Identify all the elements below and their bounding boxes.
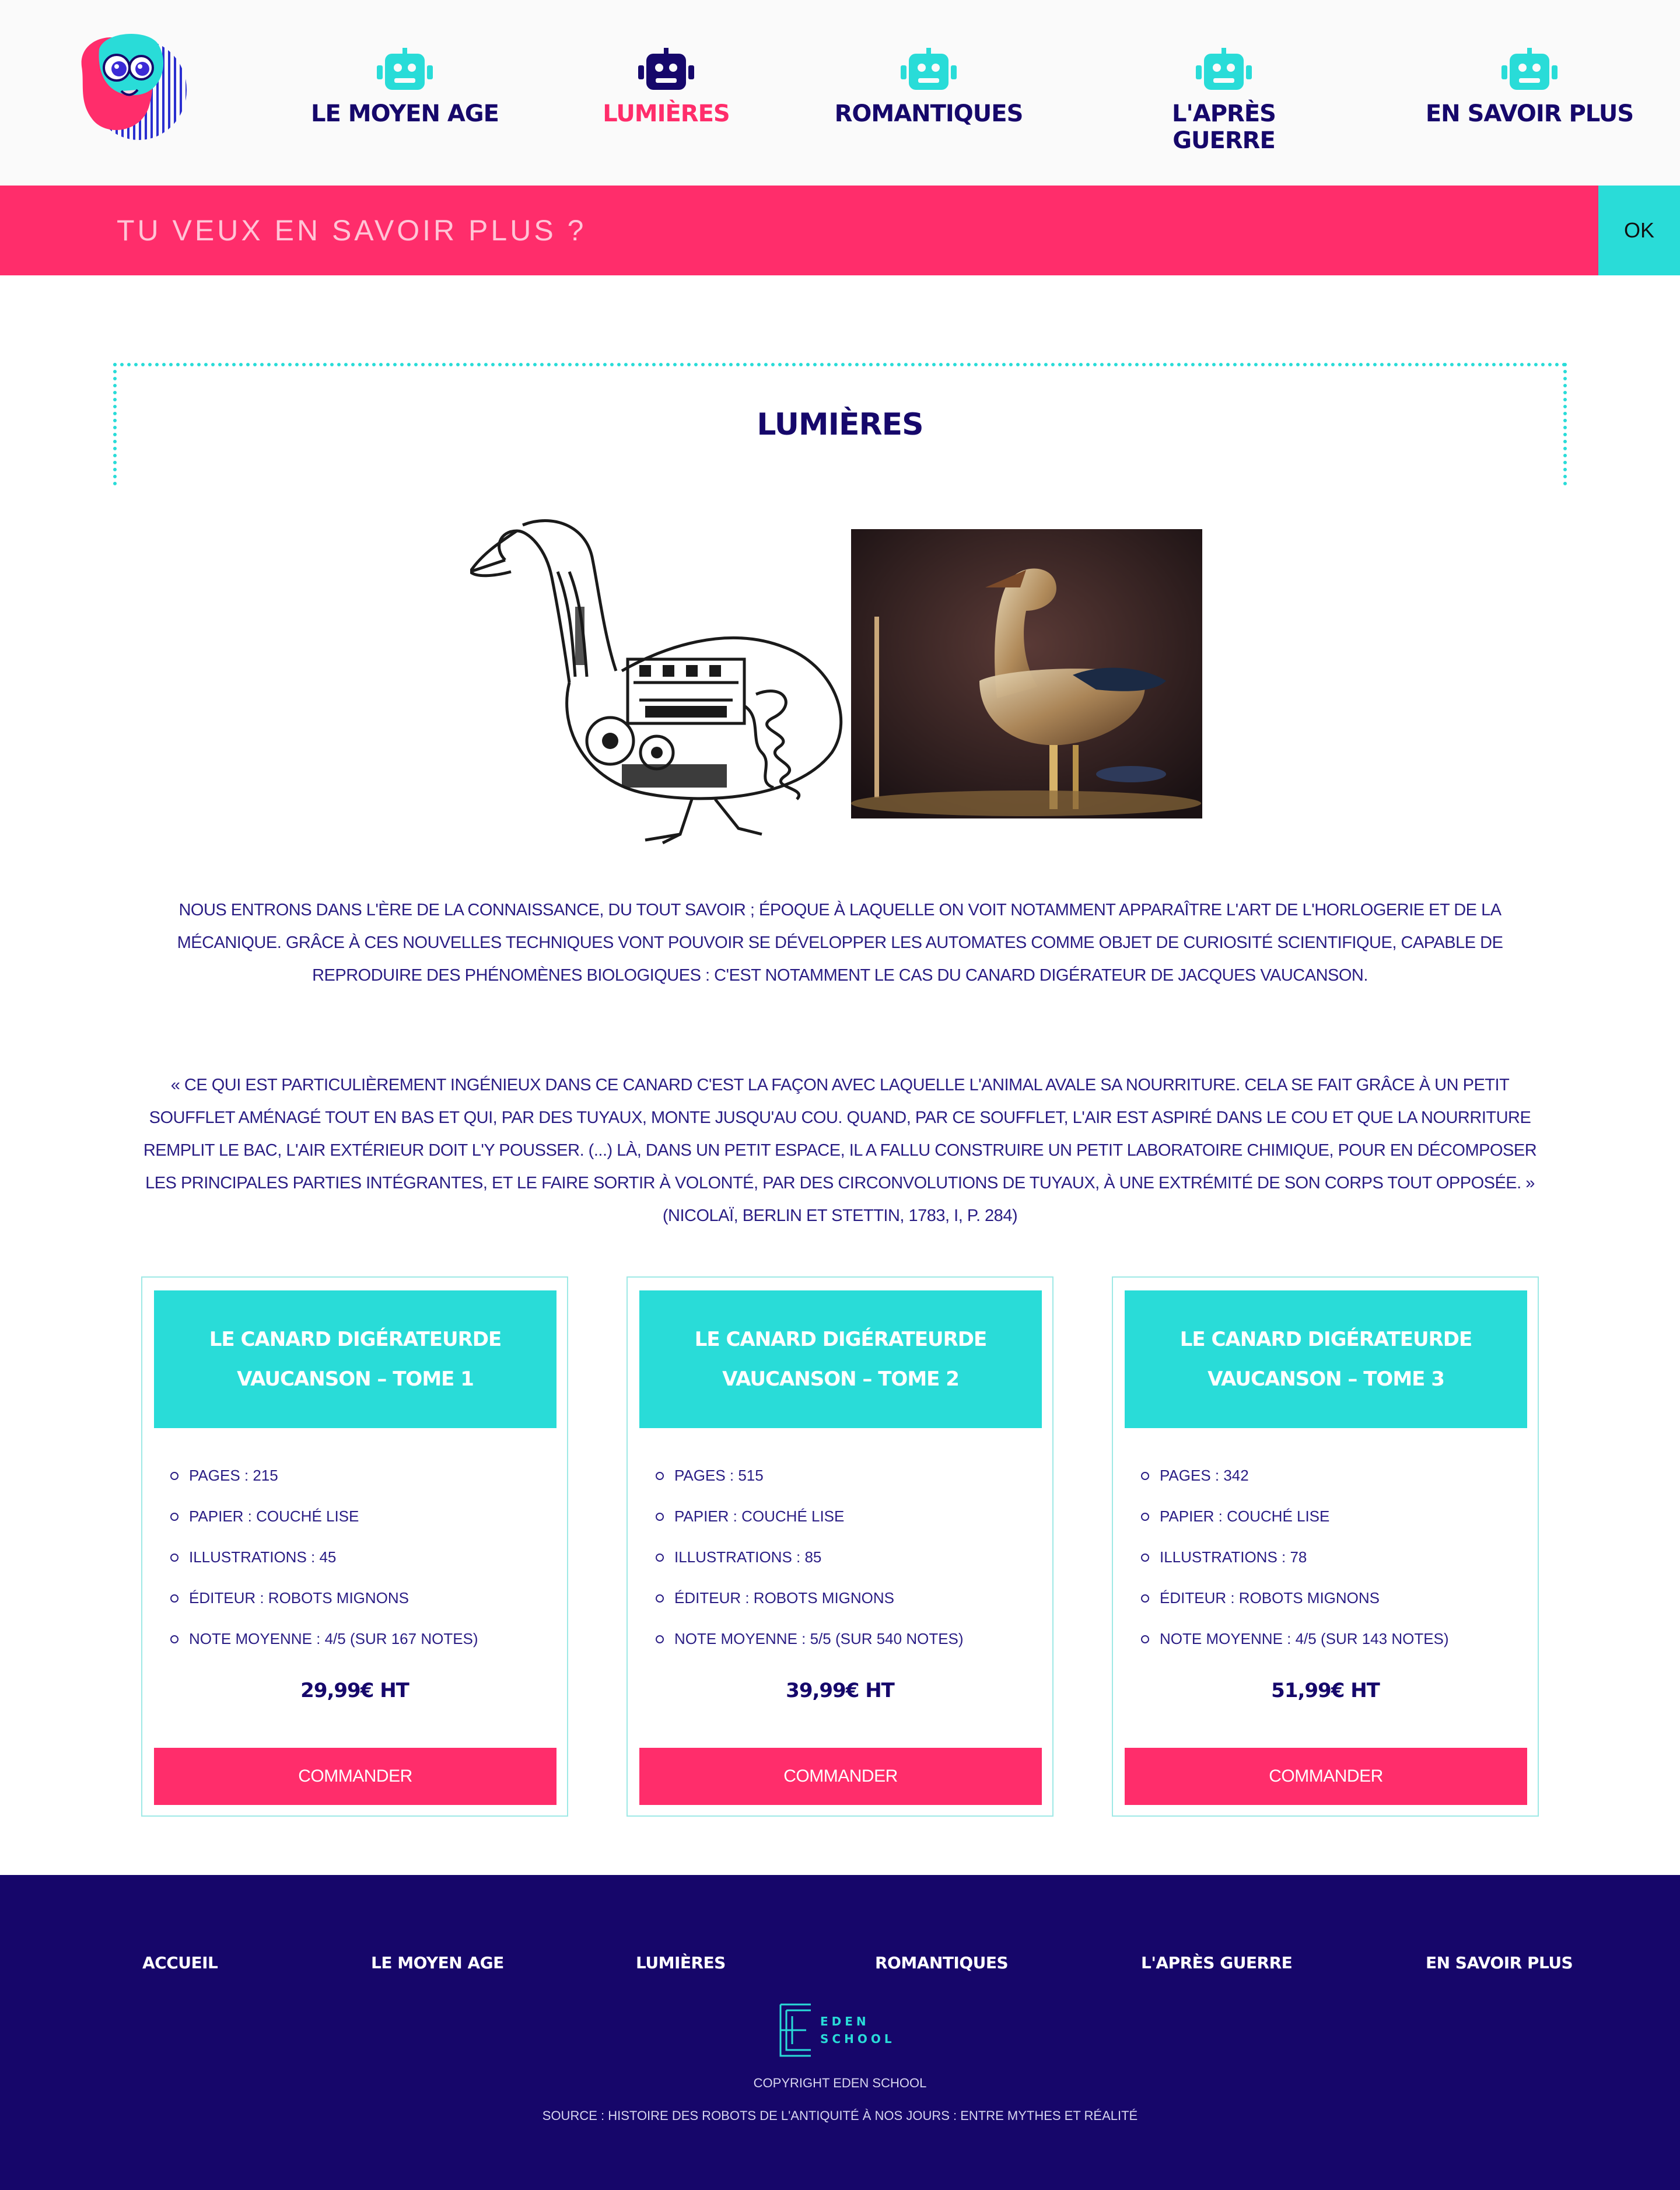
spec-item: NOTE MOYENNE : 4/5 (SUR 167 NOTES)	[170, 1618, 478, 1659]
ok-button[interactable]: OK	[1598, 186, 1680, 275]
product-price: 51,99€ HT	[1271, 1679, 1380, 1702]
product-title: LE CANARD DIGÉRATEURDE VAUCANSON – TOME …	[154, 1290, 556, 1428]
spec-item: PAPIER : COUCHÉ LISE	[1141, 1496, 1449, 1537]
brand-line-1: EDEN	[820, 2014, 870, 2028]
newsletter-bar: OK	[0, 186, 1680, 275]
intro-paragraph: NOUS ENTRONS DANS L'ÈRE DE LA CONNAISSAN…	[177, 901, 1503, 985]
robot-icon	[1196, 48, 1252, 90]
nav-item-romantiques[interactable]: ROMANTIQUES	[824, 48, 1034, 127]
product-price: 29,99€ HT	[300, 1679, 410, 1702]
spec-item: ILLUSTRATIONS : 85	[656, 1537, 964, 1577]
title-frame: LUMIÈRES	[113, 363, 1567, 485]
nav-label: ROMANTIQUES	[834, 100, 1024, 127]
nav-item-apres-guerre[interactable]: L'APRÈS GUERRE	[1119, 48, 1329, 154]
nav-item-en-savoir-plus[interactable]: EN SAVOIR PLUS	[1424, 48, 1634, 127]
brand-line-2: SCHOOL	[820, 2032, 895, 2046]
eden-school-logo[interactable]: EDEN SCHOOL	[778, 2002, 907, 2058]
footer-link-en-savoir-plus[interactable]: EN SAVOIR PLUS	[1426, 1953, 1573, 1972]
page-title: LUMIÈRES	[757, 407, 923, 442]
product-title: LE CANARD DIGÉRATEURDE VAUCANSON – TOME …	[1125, 1290, 1527, 1428]
product-price: 39,99€ HT	[786, 1679, 895, 1702]
nav-label: L'APRÈS GUERRE	[1172, 100, 1276, 154]
order-button[interactable]: COMMANDER	[639, 1748, 1042, 1805]
robot-face-logo[interactable]	[70, 26, 192, 142]
nav-label: LE MOYEN AGE	[311, 100, 499, 127]
spec-item: PAPIER : COUCHÉ LISE	[170, 1496, 478, 1537]
nav-label: EN SAVOIR PLUS	[1425, 100, 1634, 127]
spec-list: PAGES : 215 PAPIER : COUCHÉ LISE ILLUSTR…	[170, 1455, 478, 1659]
product-title: LE CANARD DIGÉRATEURDE VAUCANSON – TOME …	[639, 1290, 1042, 1428]
duck-mechanism-drawing	[470, 519, 843, 845]
site-header: LE MOYEN AGE LUMIÈRES ROMANTIQUES L'APRÈ…	[0, 0, 1680, 186]
spec-item: PAPIER : COUCHÉ LISE	[656, 1496, 964, 1537]
nav-item-lumieres[interactable]: LUMIÈRES	[561, 48, 771, 127]
quote-paragraph: « CE QUI EST PARTICULIÈREMENT INGÉNIEUX …	[143, 1076, 1537, 1225]
spec-item: PAGES : 215	[170, 1455, 478, 1496]
spec-item: ÉDITEUR : ROBOTS MIGNONS	[170, 1577, 478, 1618]
footer-link-accueil[interactable]: ACCUEIL	[142, 1953, 218, 1972]
spec-item: ÉDITEUR : ROBOTS MIGNONS	[1141, 1577, 1449, 1618]
spec-list: PAGES : 342 PAPIER : COUCHÉ LISE ILLUSTR…	[1141, 1455, 1449, 1659]
footer-link-romantiques[interactable]: ROMANTIQUES	[875, 1953, 1009, 1972]
product-card: LE CANARD DIGÉRATEURDE VAUCANSON – TOME …	[141, 1276, 568, 1817]
spec-item: PAGES : 342	[1141, 1455, 1449, 1496]
spec-item: ILLUSTRATIONS : 78	[1141, 1537, 1449, 1577]
product-card: LE CANARD DIGÉRATEURDE VAUCANSON – TOME …	[626, 1276, 1054, 1817]
robot-icon	[638, 48, 694, 90]
spec-item: NOTE MOYENNE : 4/5 (SUR 143 NOTES)	[1141, 1618, 1449, 1659]
order-button[interactable]: COMMANDER	[154, 1748, 556, 1805]
duck-photo-graphic	[851, 529, 1202, 818]
spec-list: PAGES : 515 PAPIER : COUCHÉ LISE ILLUSTR…	[656, 1455, 964, 1659]
footer-link-apres-guerre[interactable]: L'APRÈS GUERRE	[1141, 1953, 1293, 1972]
robot-icon	[1502, 48, 1558, 90]
spec-item: NOTE MOYENNE : 5/5 (SUR 540 NOTES)	[656, 1618, 964, 1659]
robot-icon	[901, 48, 957, 90]
robot-icon	[377, 48, 433, 90]
spec-item: PAGES : 515	[656, 1455, 964, 1496]
order-button[interactable]: COMMANDER	[1125, 1748, 1527, 1805]
footer-link-lumieres[interactable]: LUMIÈRES	[636, 1953, 726, 1972]
source-text: SOURCE : HISTOIRE DES ROBOTS DE L'ANTIQU…	[542, 2108, 1138, 2123]
site-footer: ACCUEIL LE MOYEN AGE LUMIÈRES ROMANTIQUE…	[0, 1875, 1680, 2190]
footer-link-moyen-age[interactable]: LE MOYEN AGE	[371, 1953, 504, 1972]
nav-label: LUMIÈRES	[603, 100, 730, 127]
nav-item-moyen-age[interactable]: LE MOYEN AGE	[300, 48, 510, 127]
spec-item: ILLUSTRATIONS : 45	[170, 1537, 478, 1577]
newsletter-input[interactable]	[0, 186, 1598, 275]
duck-automaton-photo	[851, 529, 1202, 818]
product-card: LE CANARD DIGÉRATEURDE VAUCANSON – TOME …	[1112, 1276, 1539, 1817]
copyright-text: COPYRIGHT EDEN SCHOOL	[753, 2076, 927, 2090]
spec-item: ÉDITEUR : ROBOTS MIGNONS	[656, 1577, 964, 1618]
